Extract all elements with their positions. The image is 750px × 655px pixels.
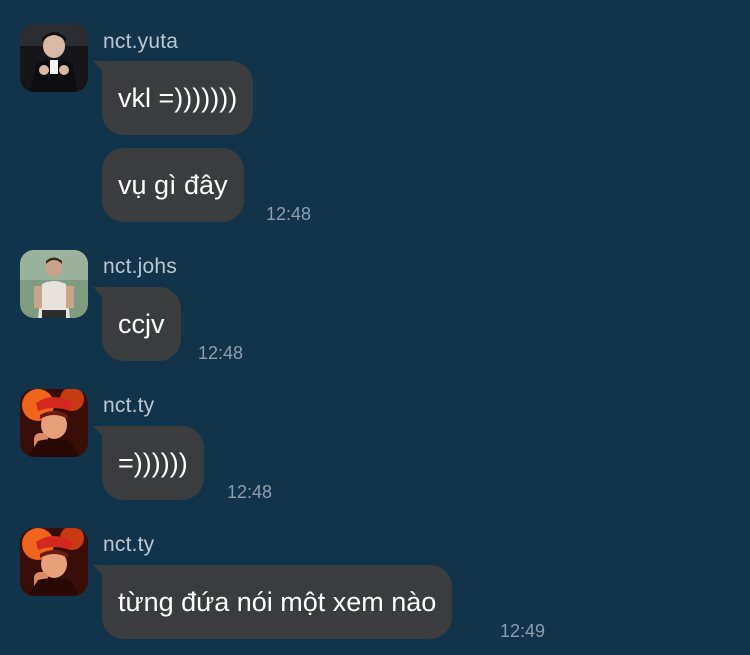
message-bubble[interactable]: vkl =))))))) bbox=[92, 61, 254, 135]
message-bubble[interactable]: =)))))) bbox=[93, 426, 204, 500]
user-avatar-icon bbox=[20, 528, 88, 596]
message-text: ccjv bbox=[118, 309, 165, 339]
message-text: vkl =))))))) bbox=[118, 83, 238, 113]
sender-name[interactable]: nct.yuta bbox=[103, 31, 178, 52]
message-text: vụ gì đây bbox=[118, 170, 228, 200]
message-timestamp: 12:48 bbox=[227, 482, 273, 502]
sender-name[interactable]: nct.ty bbox=[103, 395, 154, 416]
message-text: =)))))) bbox=[118, 448, 188, 478]
user-avatar-icon bbox=[20, 389, 88, 457]
message-text: từng đứa nói một xem nào bbox=[118, 587, 437, 617]
avatar[interactable] bbox=[20, 389, 88, 457]
user-avatar-icon bbox=[20, 24, 88, 92]
chat-thread: nct.yuta vkl =))))))) vụ gì đây 12:48 nc… bbox=[0, 0, 750, 655]
message-timestamp: 12:48 bbox=[198, 343, 244, 363]
sender-name[interactable]: nct.ty bbox=[103, 534, 154, 555]
avatar[interactable] bbox=[20, 24, 88, 92]
sender-name[interactable]: nct.johs bbox=[103, 256, 177, 277]
avatar[interactable] bbox=[20, 250, 88, 318]
message-bubble[interactable]: từng đứa nói một xem nào bbox=[92, 565, 453, 639]
user-avatar-icon bbox=[20, 250, 88, 318]
message-bubble[interactable]: ccjv bbox=[93, 287, 181, 361]
message-timestamp: 12:49 bbox=[500, 621, 546, 641]
message-timestamp: 12:48 bbox=[266, 204, 312, 224]
message-bubble[interactable]: vụ gì đây bbox=[102, 148, 244, 222]
avatar[interactable] bbox=[20, 528, 88, 596]
